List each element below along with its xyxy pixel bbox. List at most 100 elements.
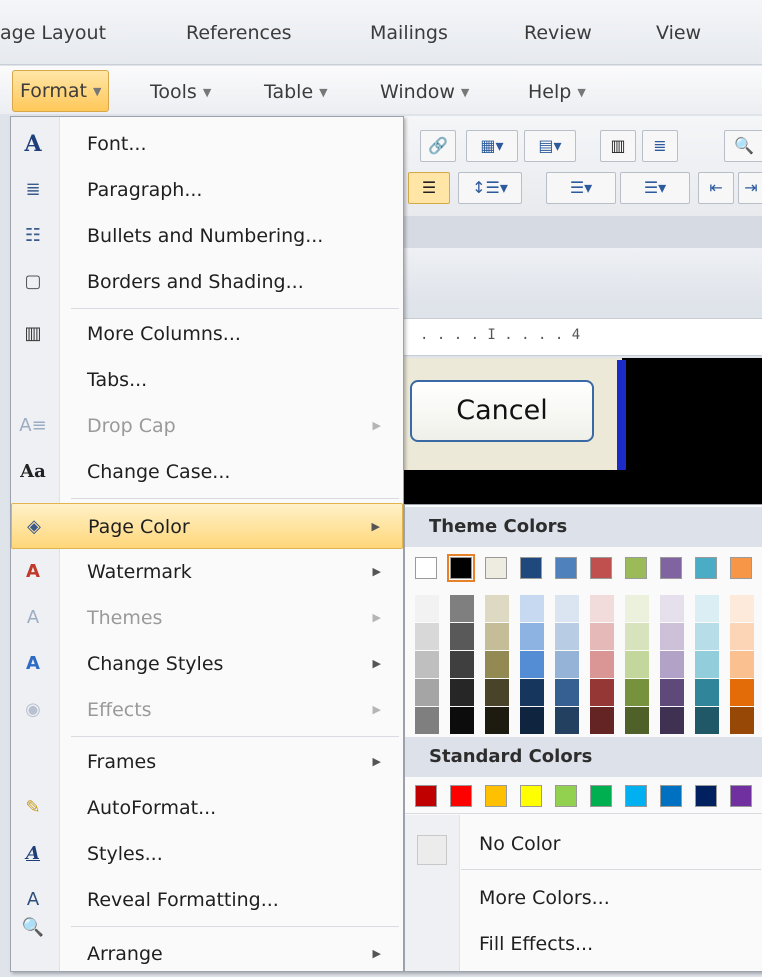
- increase-indent-icon[interactable]: ⇥: [738, 172, 762, 204]
- menu-item-tabs[interactable]: Tabs...: [11, 357, 403, 403]
- menu-item-frames[interactable]: Frames ▶: [11, 739, 403, 785]
- numbering-icon[interactable]: ☰▾: [546, 172, 616, 204]
- theme-shade-swatch[interactable]: [695, 707, 719, 734]
- theme-color-swatch[interactable]: [415, 557, 437, 579]
- menu-window[interactable]: Window ▼: [380, 76, 469, 108]
- theme-shade-swatch[interactable]: [625, 651, 649, 678]
- tab-page-layout[interactable]: age Layout: [0, 22, 106, 44]
- theme-shade-swatch[interactable]: [520, 679, 544, 706]
- zoom-icon[interactable]: 🔍: [724, 130, 762, 162]
- theme-shade-swatch[interactable]: [415, 623, 439, 650]
- menu-help[interactable]: Help ▼: [528, 76, 586, 108]
- theme-shade-swatch[interactable]: [590, 707, 614, 734]
- theme-color-swatch[interactable]: [695, 557, 717, 579]
- theme-color-swatch[interactable]: [660, 557, 682, 579]
- theme-shade-swatch[interactable]: [450, 651, 474, 678]
- text-direction-icon[interactable]: ≣: [642, 130, 678, 162]
- theme-shade-swatch[interactable]: [660, 707, 684, 734]
- standard-color-swatch[interactable]: [660, 785, 682, 807]
- theme-shade-swatch[interactable]: [415, 707, 439, 734]
- theme-shade-swatch[interactable]: [555, 651, 579, 678]
- menu-item-arrange[interactable]: Arrange ▶: [11, 931, 403, 977]
- theme-color-swatch[interactable]: [625, 557, 647, 579]
- theme-shade-swatch[interactable]: [695, 595, 719, 622]
- theme-color-swatch[interactable]: [447, 554, 475, 582]
- bullets-toolbar-icon[interactable]: ☰▾: [620, 172, 690, 204]
- standard-color-swatch[interactable]: [520, 785, 542, 807]
- theme-shade-swatch[interactable]: [590, 651, 614, 678]
- menu-table[interactable]: Table ▼: [264, 76, 328, 108]
- table-insert-icon[interactable]: ▤▾: [524, 130, 576, 162]
- theme-shade-swatch[interactable]: [730, 595, 754, 622]
- fill-effects-item[interactable]: Fill Effects...: [479, 921, 593, 967]
- theme-shade-swatch[interactable]: [415, 651, 439, 678]
- theme-shade-swatch[interactable]: [520, 651, 544, 678]
- theme-shade-swatch[interactable]: [590, 595, 614, 622]
- borders-dropdown-icon[interactable]: ▦▾: [466, 130, 518, 162]
- menu-item-change-case[interactable]: Aa Change Case...: [11, 449, 403, 495]
- theme-shade-swatch[interactable]: [450, 679, 474, 706]
- horizontal-ruler[interactable]: . . . . I . . . . 4: [404, 318, 762, 356]
- theme-shade-swatch[interactable]: [450, 595, 474, 622]
- menu-item-reveal-formatting[interactable]: A🔍 Reveal Formatting...: [11, 877, 403, 938]
- theme-shade-swatch[interactable]: [730, 679, 754, 706]
- theme-shade-swatch[interactable]: [485, 651, 509, 678]
- theme-shade-swatch[interactable]: [660, 595, 684, 622]
- menu-item-borders-shading[interactable]: ▢ Borders and Shading...: [11, 259, 403, 305]
- more-colors-item[interactable]: More Colors...: [479, 875, 610, 921]
- tab-mailings[interactable]: Mailings: [370, 22, 448, 44]
- tab-view[interactable]: View: [656, 22, 701, 44]
- theme-shade-swatch[interactable]: [450, 707, 474, 734]
- menu-item-autoformat[interactable]: ✎ AutoFormat...: [11, 785, 403, 831]
- theme-shade-swatch[interactable]: [555, 679, 579, 706]
- menu-item-paragraph[interactable]: ≣ Paragraph...: [11, 167, 403, 213]
- tab-review[interactable]: Review: [524, 22, 592, 44]
- menu-item-drop-cap[interactable]: A≡ Drop Cap ▶: [11, 403, 403, 449]
- standard-color-swatch[interactable]: [555, 785, 577, 807]
- theme-shade-swatch[interactable]: [730, 707, 754, 734]
- columns-toolbar-icon[interactable]: ▥: [600, 130, 636, 162]
- theme-shade-swatch[interactable]: [520, 707, 544, 734]
- theme-color-swatch[interactable]: [555, 557, 577, 579]
- theme-shade-swatch[interactable]: [730, 623, 754, 650]
- theme-shade-swatch[interactable]: [415, 679, 439, 706]
- decrease-indent-icon[interactable]: ⇤: [698, 172, 734, 204]
- line-spacing-icon[interactable]: ↕☰▾: [458, 172, 522, 204]
- theme-shade-swatch[interactable]: [625, 623, 649, 650]
- menu-item-change-styles[interactable]: A Change Styles ▶: [11, 641, 403, 687]
- theme-shade-swatch[interactable]: [590, 679, 614, 706]
- standard-color-swatch[interactable]: [695, 785, 717, 807]
- theme-color-swatch[interactable]: [520, 557, 542, 579]
- theme-shade-swatch[interactable]: [695, 651, 719, 678]
- tab-references[interactable]: References: [186, 22, 292, 44]
- theme-shade-swatch[interactable]: [660, 679, 684, 706]
- cancel-button[interactable]: Cancel: [410, 380, 594, 442]
- menu-format[interactable]: Format ▼: [12, 70, 110, 112]
- theme-shade-swatch[interactable]: [660, 623, 684, 650]
- theme-shade-swatch[interactable]: [625, 707, 649, 734]
- menu-item-watermark[interactable]: A Watermark ▶: [11, 549, 403, 595]
- standard-color-swatch[interactable]: [730, 785, 752, 807]
- theme-shade-swatch[interactable]: [485, 679, 509, 706]
- menu-item-more-columns[interactable]: ▥ More Columns...: [11, 311, 403, 357]
- no-color-item[interactable]: No Color: [479, 821, 560, 867]
- theme-shade-swatch[interactable]: [555, 623, 579, 650]
- theme-shade-swatch[interactable]: [730, 651, 754, 678]
- theme-shade-swatch[interactable]: [695, 679, 719, 706]
- theme-shade-swatch[interactable]: [555, 595, 579, 622]
- menu-item-themes[interactable]: A Themes ▶: [11, 595, 403, 641]
- theme-shade-swatch[interactable]: [485, 595, 509, 622]
- theme-shade-swatch[interactable]: [625, 679, 649, 706]
- theme-color-swatch[interactable]: [485, 557, 507, 579]
- theme-shade-swatch[interactable]: [485, 707, 509, 734]
- standard-color-swatch[interactable]: [590, 785, 612, 807]
- theme-shade-swatch[interactable]: [695, 623, 719, 650]
- menu-item-page-color[interactable]: ◈ Page Color ▶: [11, 503, 403, 549]
- theme-shade-swatch[interactable]: [520, 595, 544, 622]
- align-right-icon[interactable]: ☰: [408, 172, 450, 204]
- menu-tools[interactable]: Tools ▼: [150, 76, 211, 108]
- standard-color-swatch[interactable]: [450, 785, 472, 807]
- menu-item-bullets-numbering[interactable]: ☷ Bullets and Numbering...: [11, 213, 403, 259]
- menu-item-effects[interactable]: ◉ Effects ▶: [11, 687, 403, 733]
- theme-shade-swatch[interactable]: [520, 623, 544, 650]
